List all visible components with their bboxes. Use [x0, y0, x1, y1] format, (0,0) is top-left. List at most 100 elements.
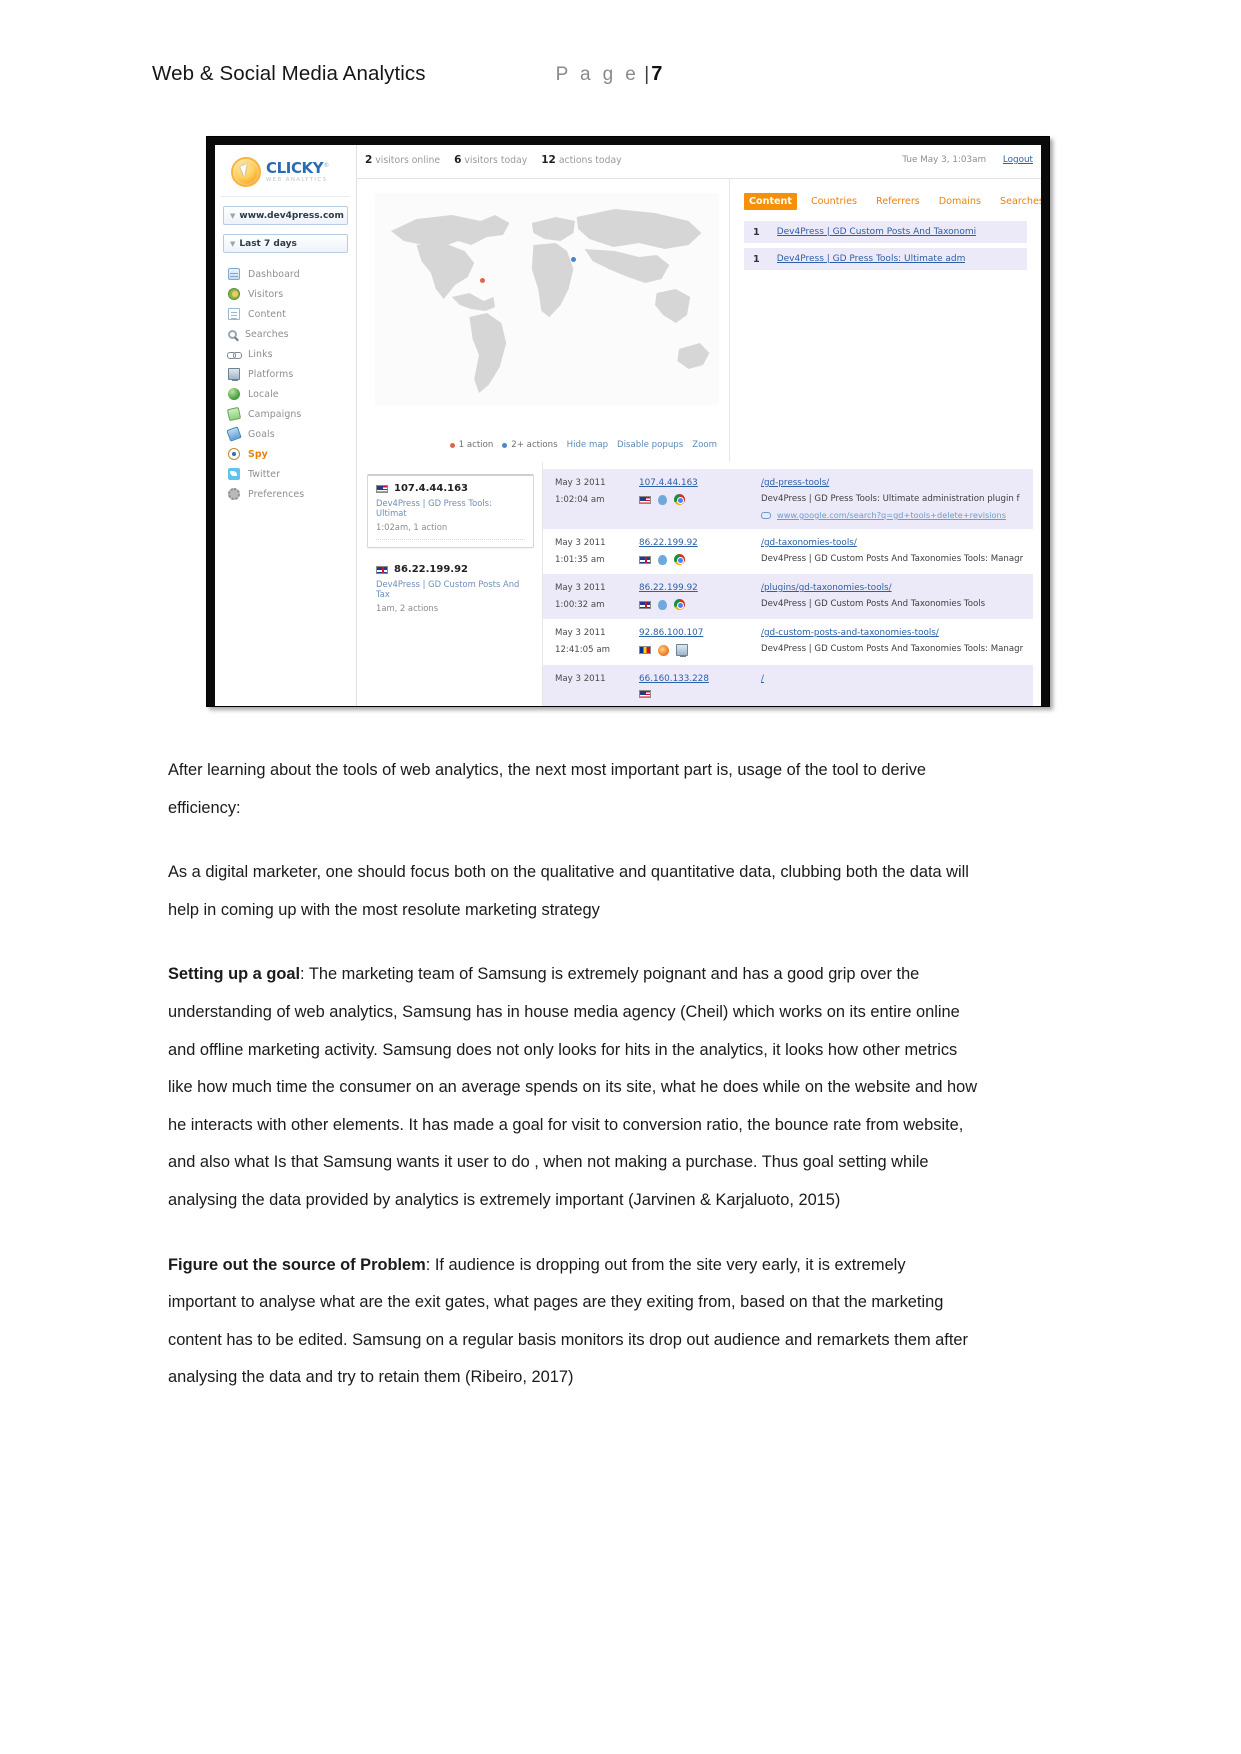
sidebar-item-visitors[interactable]: Visitors [215, 284, 356, 304]
paragraph: As a digital marketer, one should focus … [168, 854, 978, 929]
log-ip[interactable]: 107.4.44.163 [639, 478, 761, 488]
log-path[interactable]: /gd-custom-posts-and-taxonomies-tools/ [761, 628, 1023, 638]
clicky-app: CLICKY® WEB ANALYTICS ▼ www.dev4press.co… [215, 145, 1041, 706]
legend-one-action: 1 action [449, 440, 493, 450]
sidebar-item-label: Goals [248, 428, 275, 440]
table-row[interactable]: May 3 2011 1:01:35 am 86.22.199.92 /gd-t… [543, 529, 1033, 574]
log-path[interactable]: / [761, 674, 1023, 684]
chrome-icon [674, 554, 685, 565]
cursor-badge-icon [231, 157, 261, 187]
sidebar-item-campaigns[interactable]: Campaigns [215, 404, 356, 424]
log-path[interactable]: /gd-press-tools/ [761, 478, 1023, 488]
map-dot-one-action[interactable] [479, 277, 485, 283]
clicky-dashboard-figure: CLICKY® WEB ANALYTICS ▼ www.dev4press.co… [206, 136, 1050, 707]
apple-icon [658, 554, 667, 565]
spy-area: 107.4.44.163 Dev4Press | GD Press Tools:… [357, 462, 1041, 706]
sidebar-item-label: Dashboard [248, 268, 300, 280]
table-row[interactable]: May 3 2011 1:00:32 am 86.22.199.92 /plug… [543, 574, 1033, 619]
current-datetime: Tue May 3, 1:03am [902, 155, 987, 165]
log-ip[interactable]: 92.86.100.107 [639, 628, 761, 638]
content-row[interactable]: 1 Dev4Press | GD Custom Posts And Taxono… [744, 221, 1027, 243]
map-panel: 1 action 2+ actions Hide map Disable pop… [357, 179, 730, 462]
log-ip[interactable]: 86.22.199.92 [639, 583, 761, 593]
sidebar-item-label: Preferences [248, 488, 305, 500]
site-selector[interactable]: ▼ www.dev4press.com [223, 206, 348, 225]
sidebar-nav: Dashboard Visitors Content Searches Link… [215, 264, 356, 504]
log-when: May 3 2011 [555, 674, 639, 684]
chevron-down-icon: ▼ [230, 211, 236, 220]
content-panel: Content Countries Referrers Domains Sear… [730, 179, 1041, 462]
tab-countries[interactable]: Countries [806, 193, 862, 210]
links-icon [227, 348, 242, 360]
content-title[interactable]: Dev4Press | GD Press Tools: Ultimate adm [777, 254, 966, 264]
tab-referrers[interactable]: Referrers [871, 193, 925, 210]
visitors-online-label: visitors online [375, 155, 441, 166]
paragraph: Setting up a goal: The marketing team of… [168, 956, 978, 1219]
page-word: P a g e [555, 64, 640, 85]
log-who: 92.86.100.107 [639, 628, 761, 657]
visitor-card[interactable]: 107.4.44.163 Dev4Press | GD Press Tools:… [367, 474, 534, 548]
log-who: 66.160.133.228 [639, 674, 761, 698]
tab-content[interactable]: Content [744, 193, 797, 210]
actions-today-count: 12 [541, 154, 556, 166]
world-map[interactable] [375, 193, 719, 405]
log-path[interactable]: /gd-taxonomies-tools/ [761, 538, 1023, 548]
log-what: /plugins/gd-taxonomies-tools/ Dev4Press … [761, 583, 1023, 609]
sidebar-item-platforms[interactable]: Platforms [215, 364, 356, 384]
sidebar-item-goals[interactable]: Goals [215, 424, 356, 444]
tab-domains[interactable]: Domains [934, 193, 986, 210]
disable-popups-link[interactable]: Disable popups [617, 440, 683, 450]
visitors-online-count: 2 [365, 154, 373, 166]
logout-link[interactable]: Logout [1003, 155, 1033, 165]
log-icons [639, 599, 761, 610]
paragraph-text: As a digital marketer, one should focus … [168, 863, 969, 919]
log-referrer[interactable]: www.google.com/search?q=gd+tools+delete+… [761, 510, 1023, 520]
logo-wordmark: CLICKY® [266, 160, 329, 176]
flag-us-icon [639, 690, 651, 698]
visitor-card-ip-row: 86.22.199.92 [376, 564, 526, 575]
sidebar-item-dashboard[interactable]: Dashboard [215, 264, 356, 284]
log-referrer-url: www.google.com/search?q=gd+tools+delete+… [777, 510, 1006, 520]
log-path[interactable]: /plugins/gd-taxonomies-tools/ [761, 583, 1023, 593]
log-date: May 3 2011 [555, 674, 606, 684]
money-icon [226, 406, 242, 422]
log-what: /gd-press-tools/ Dev4Press | GD Press To… [761, 478, 1023, 520]
table-row[interactable]: May 3 2011 12:41:05 am 92.86.100.107 /gd… [543, 619, 1033, 665]
log-time: 1:02:04 am [555, 495, 605, 505]
sidebar-item-searches[interactable]: Searches [215, 324, 356, 344]
log-ip[interactable]: 86.22.199.92 [639, 538, 761, 548]
hide-map-link[interactable]: Hide map [567, 440, 608, 450]
table-row[interactable]: May 3 2011 1:02:04 am 107.4.44.163 /gd-p… [543, 469, 1033, 529]
date-range-value: Last 7 days [239, 238, 297, 249]
content-title[interactable]: Dev4Press | GD Custom Posts And Taxonomi [777, 227, 976, 237]
flag-us-icon [639, 495, 651, 504]
sidebar-item-spy[interactable]: Spy [215, 444, 356, 464]
table-row[interactable]: May 3 2011 66.160.133.228 / [543, 665, 1033, 706]
visitor-card-ip: 107.4.44.163 [394, 483, 469, 494]
sidebar-item-locale[interactable]: Locale [215, 384, 356, 404]
paragraph-text: : If audience is dropping out from the s… [168, 1255, 968, 1387]
date-range-selector[interactable]: ▼ Last 7 days [223, 234, 348, 253]
content-row[interactable]: 1 Dev4Press | GD Press Tools: Ultimate a… [744, 248, 1027, 270]
log-who: 86.22.199.92 [639, 538, 761, 565]
sidebar-item-links[interactable]: Links [215, 344, 356, 364]
sidebar-item-twitter[interactable]: Twitter [215, 464, 356, 484]
firefox-icon [658, 644, 669, 656]
visitor-card-title[interactable]: Dev4Press | GD Press Tools: Ultimat [376, 498, 525, 518]
log-ip[interactable]: 66.160.133.228 [639, 674, 761, 684]
clicky-logo[interactable]: CLICKY® WEB ANALYTICS [221, 145, 350, 197]
link-icon [761, 511, 771, 519]
paragraph-lead: Setting up a goal [168, 965, 301, 984]
visitor-card[interactable]: 86.22.199.92 Dev4Press | GD Custom Posts… [367, 557, 534, 620]
flag-uk-icon [376, 565, 388, 574]
world-map-svg [391, 209, 710, 393]
map-dot-multi-action[interactable] [571, 256, 577, 262]
visitor-card-title[interactable]: Dev4Press | GD Custom Posts And Tax [376, 579, 526, 599]
log-when: May 3 2011 1:02:04 am [555, 478, 639, 505]
sidebar-item-preferences[interactable]: Preferences [215, 484, 356, 504]
page-separator: | [644, 64, 650, 85]
tab-searches[interactable]: Searches [995, 193, 1041, 210]
sidebar-item-label: Content [248, 308, 286, 320]
zoom-link[interactable]: Zoom [692, 440, 717, 450]
sidebar-item-content[interactable]: Content [215, 304, 356, 324]
